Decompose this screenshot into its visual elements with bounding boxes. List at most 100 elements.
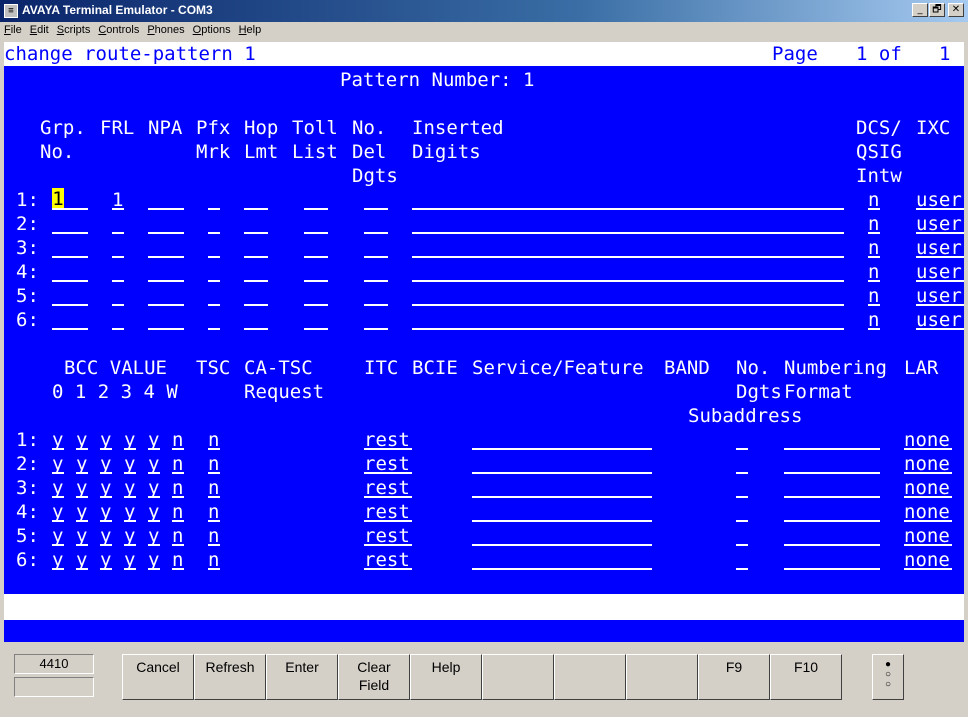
toll-list-field[interactable] [304, 280, 328, 282]
pfx-mrk-field[interactable] [208, 208, 220, 210]
inserted-digits-field[interactable] [412, 304, 844, 306]
grp-no-field[interactable] [52, 328, 88, 330]
status-field [14, 677, 94, 697]
hop-lmt-field[interactable] [244, 256, 268, 258]
no-del-dgts-field[interactable] [364, 232, 388, 234]
pfx-mrk-field[interactable] [208, 328, 220, 330]
service-feature-field[interactable] [472, 448, 652, 450]
bcc-value-field-value: y [148, 453, 160, 475]
npa-field[interactable] [148, 208, 184, 210]
no-del-dgts-field[interactable] [364, 328, 388, 330]
numbering-format-field[interactable] [784, 472, 880, 474]
numbering-format-field[interactable] [784, 520, 880, 522]
menu-phones[interactable]: Phones [143, 22, 188, 38]
ixc-field-value: user [916, 309, 962, 331]
fkey-blank-7-button[interactable] [554, 654, 626, 700]
no-del-dgts-field[interactable] [364, 256, 388, 258]
terminal-screen[interactable]: change route-pattern 1 Page 1 of 1 Patte… [4, 42, 964, 642]
pfx-mrk-field[interactable] [208, 256, 220, 258]
bcc-value-field-value: y [76, 501, 88, 523]
numbering-format-field[interactable] [784, 448, 880, 450]
fkey-clear-field-button[interactable]: Clear Field [338, 654, 410, 700]
restore-button[interactable]: 🗗 [929, 3, 945, 17]
pfx-mrk-field[interactable] [208, 280, 220, 282]
fkey-f9-button[interactable]: F9 [698, 654, 770, 700]
menu-edit[interactable]: Edit [26, 22, 53, 38]
grp-no-field[interactable] [52, 256, 88, 258]
fkey-help-button[interactable]: Help [410, 654, 482, 700]
inserted-digits-field[interactable] [412, 328, 844, 330]
command-line: change route-pattern 1 [4, 43, 256, 65]
npa-field[interactable] [148, 232, 184, 234]
frl-field[interactable] [112, 256, 124, 258]
hop-lmt-field[interactable] [244, 328, 268, 330]
no-dgts-field[interactable] [736, 568, 748, 570]
hop-lmt-field[interactable] [244, 304, 268, 306]
numbering-format-field[interactable] [784, 568, 880, 570]
numbering-format-field[interactable] [784, 496, 880, 498]
hop-lmt-field[interactable] [244, 208, 268, 210]
fkey-blank-6-button[interactable] [482, 654, 554, 700]
minimize-button[interactable]: _ [912, 3, 928, 17]
terminal-app-icon[interactable]: ≡ [4, 4, 18, 18]
menu-help[interactable]: Help [235, 22, 266, 38]
pfx-mrk-field[interactable] [208, 232, 220, 234]
inserted-digits-field[interactable] [412, 256, 844, 258]
grp-no-field[interactable] [52, 304, 88, 306]
extension-display: 4410 [14, 654, 94, 674]
fkey-cancel-button[interactable]: Cancel [122, 654, 194, 700]
npa-field[interactable] [148, 256, 184, 258]
toll-list-field[interactable] [304, 256, 328, 258]
toll-list-field[interactable] [304, 208, 328, 210]
service-feature-field[interactable] [472, 496, 652, 498]
no-del-dgts-field[interactable] [364, 280, 388, 282]
fkey-enter-button[interactable]: Enter [266, 654, 338, 700]
inserted-digits-field[interactable] [412, 280, 844, 282]
ixc-field-value: user [916, 189, 962, 211]
bcc-value-field-value: y [76, 429, 88, 451]
frl-field[interactable] [112, 328, 124, 330]
close-button[interactable]: ✕ [948, 3, 964, 17]
inserted-digits-field[interactable] [412, 232, 844, 234]
no-dgts-field[interactable] [736, 520, 748, 522]
fkey-refresh-button[interactable]: Refresh [194, 654, 266, 700]
no-dgts-field[interactable] [736, 448, 748, 450]
grp-no-field-value[interactable]: 1 [52, 188, 64, 210]
npa-field[interactable] [148, 328, 184, 330]
menu-scripts[interactable]: Scripts [53, 22, 95, 38]
pfx-mrk-field[interactable] [208, 304, 220, 306]
menu-controls[interactable]: Controls [94, 22, 143, 38]
toll-list-field[interactable] [304, 232, 328, 234]
numbering-format-field[interactable] [784, 544, 880, 546]
no-dgts-field[interactable] [736, 472, 748, 474]
frl-field[interactable] [112, 304, 124, 306]
header-toll-list: List [292, 141, 338, 163]
grp-no-field[interactable] [52, 280, 88, 282]
fkey-blank-8-button[interactable] [626, 654, 698, 700]
toll-list-field[interactable] [304, 328, 328, 330]
npa-field[interactable] [148, 280, 184, 282]
grp-no-field[interactable] [52, 232, 88, 234]
menu-options[interactable]: Options [189, 22, 235, 38]
inserted-digits-field[interactable] [412, 208, 844, 210]
no-dgts-field[interactable] [736, 544, 748, 546]
no-dgts-field[interactable] [736, 496, 748, 498]
service-feature-field[interactable] [472, 520, 652, 522]
route-row-label: 2: [16, 213, 39, 235]
service-feature-field[interactable] [472, 544, 652, 546]
menu-file[interactable]: File [0, 22, 26, 38]
fkey-f10-button[interactable]: F10 [770, 654, 842, 700]
toll-list-field[interactable] [304, 304, 328, 306]
frl-field[interactable] [112, 280, 124, 282]
grp-no-field[interactable] [52, 208, 88, 210]
frl-field[interactable] [112, 232, 124, 234]
no-del-dgts-field[interactable] [364, 304, 388, 306]
service-feature-field[interactable] [472, 568, 652, 570]
service-feature-field[interactable] [472, 472, 652, 474]
page-dots-icon[interactable]: ● ○ ○ [872, 654, 904, 700]
hop-lmt-field[interactable] [244, 232, 268, 234]
no-del-dgts-field[interactable] [364, 208, 388, 210]
bcc-value-field-value: n [172, 549, 184, 571]
hop-lmt-field[interactable] [244, 280, 268, 282]
npa-field[interactable] [148, 304, 184, 306]
